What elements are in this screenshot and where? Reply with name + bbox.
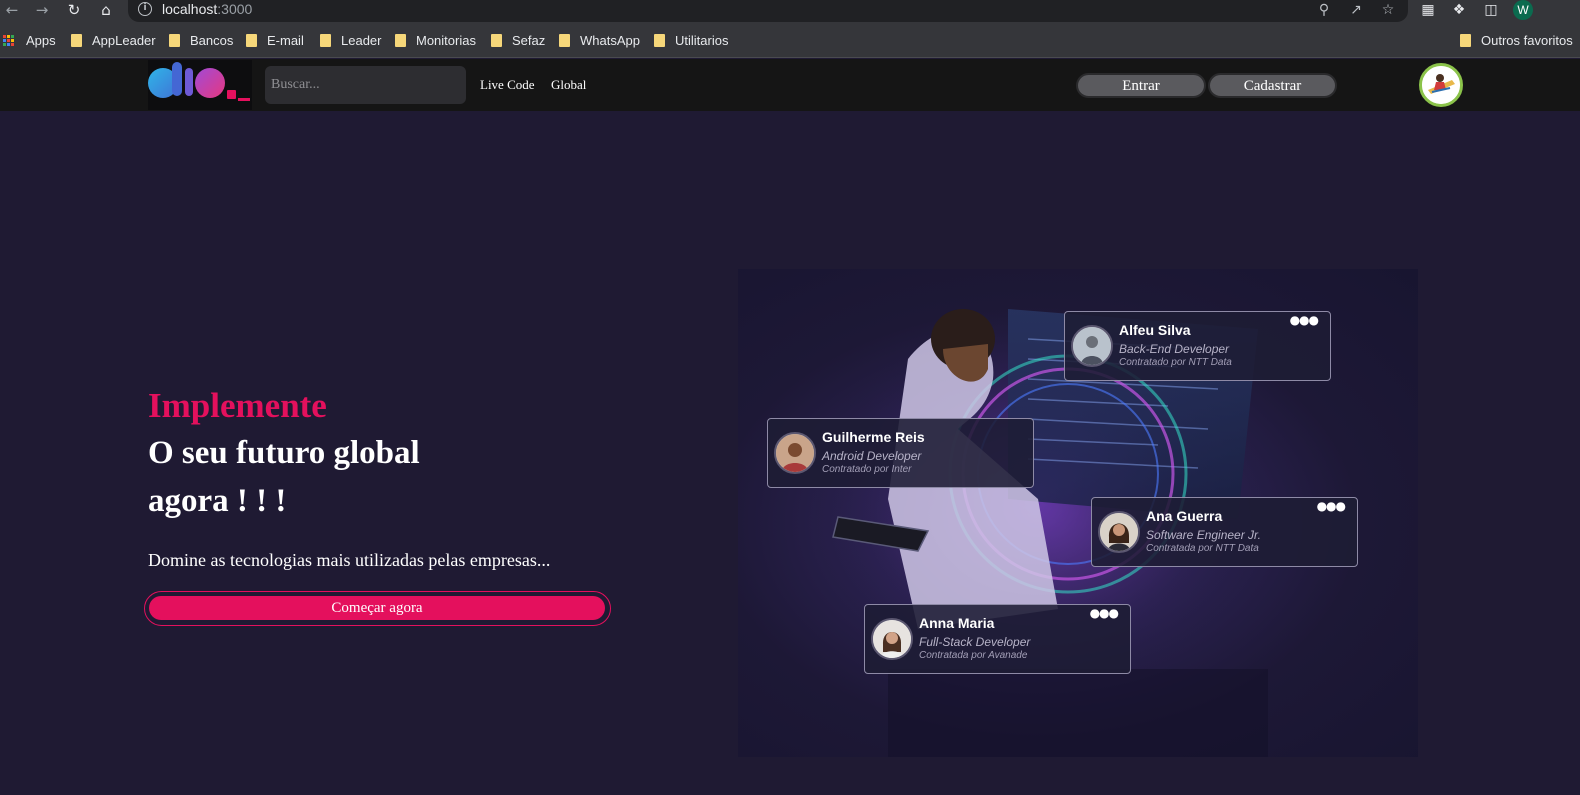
bookmark-email[interactable]: E-mail: [246, 31, 304, 49]
profile-card[interactable]: Ana Guerra Software Engineer Jr. Contrat…: [1091, 497, 1358, 567]
search-input[interactable]: [265, 66, 466, 104]
bookmark-whatsapp[interactable]: WhatsApp: [559, 31, 640, 49]
profile-card[interactable]: Anna Maria Full-Stack Developer Contrata…: [864, 604, 1131, 674]
folder-icon: [1460, 33, 1471, 47]
profile-card[interactable]: Guilherme Reis Android Developer Contrat…: [767, 418, 1034, 488]
hero-accent-heading: Implemente: [148, 386, 327, 425]
browser-toolbar: ← → ↻ ⌂ i localhost:3000 ⚲ ↗ ☆ ▦ ❖ ◫ W: [0, 0, 1580, 22]
profile-hired-by: Contratada por Avanade: [919, 650, 1028, 661]
profile-avatar: [1071, 325, 1113, 367]
bookmark-apps[interactable]: Apps: [3, 31, 56, 49]
bookmark-monitorias[interactable]: Monitorias: [395, 31, 476, 49]
profile-role: Android Developer: [822, 449, 922, 463]
address-url[interactable]: localhost:3000: [162, 1, 252, 17]
folder-icon: [491, 33, 502, 47]
back-icon[interactable]: ←: [2, 0, 22, 20]
bookmark-utilitarios[interactable]: Utilitarios: [654, 31, 728, 49]
forward-icon[interactable]: →: [32, 0, 52, 20]
bookmark-bancos[interactable]: Bancos: [169, 31, 233, 49]
profile-hired-by: Contratado por NTT Data: [1119, 357, 1232, 368]
side-panel-icon[interactable]: ◫: [1480, 0, 1502, 20]
logo-dot: [227, 90, 236, 99]
reload-icon[interactable]: ↻: [64, 0, 84, 20]
profile-avatar: [774, 432, 816, 474]
bookmark-sefaz[interactable]: Sefaz: [491, 31, 545, 49]
folder-icon: [169, 33, 180, 47]
folder-icon: [559, 33, 570, 47]
bookmarks-bar: Apps AppLeader Bancos E-mail Leader Moni…: [0, 22, 1580, 58]
nav-link-global[interactable]: Global: [551, 77, 586, 93]
profile-name: Ana Guerra: [1146, 508, 1223, 524]
site-info-icon[interactable]: i: [138, 2, 152, 16]
dio-logo[interactable]: [148, 60, 252, 110]
profile-hired-by: Contratada por NTT Data: [1146, 543, 1259, 554]
profile-role: Software Engineer Jr.: [1146, 528, 1261, 542]
profile-avatar: [871, 618, 913, 660]
avatar-illustration-icon: [1422, 66, 1460, 104]
home-icon[interactable]: ⌂: [96, 0, 116, 20]
bookmark-leader[interactable]: Leader: [320, 31, 381, 49]
folder-icon: [320, 33, 331, 47]
signup-button[interactable]: Cadastrar: [1208, 73, 1337, 98]
cta-outline: Começar agora: [144, 591, 611, 626]
profile-role: Full-Stack Developer: [919, 635, 1031, 649]
apps-grid-icon: [3, 34, 14, 46]
more-options-icon[interactable]: ●●●: [1090, 606, 1119, 620]
logo-letter-d-stem: [172, 62, 182, 96]
more-options-icon[interactable]: ●●●: [1290, 313, 1319, 327]
profile-role: Back-End Developer: [1119, 342, 1230, 356]
qr-code-icon[interactable]: ▦: [1417, 0, 1439, 20]
profile-card[interactable]: Alfeu Silva Back-End Developer Contratad…: [1064, 311, 1331, 381]
profile-name: Guilherme Reis: [822, 429, 925, 445]
logo-underscore: [238, 98, 250, 101]
nav-link-live-code[interactable]: Live Code: [480, 77, 535, 93]
profile-avatar: [1098, 511, 1140, 553]
hero-heading-line-1: O seu futuro global: [148, 435, 420, 471]
browser-profile-avatar[interactable]: W: [1513, 0, 1533, 20]
login-button[interactable]: Entrar: [1076, 73, 1206, 98]
zoom-icon[interactable]: ⚲: [1313, 0, 1335, 20]
profile-name: Alfeu Silva: [1119, 322, 1191, 338]
profile-name: Anna Maria: [919, 615, 995, 631]
extensions-icon[interactable]: ❖: [1448, 0, 1470, 20]
user-avatar[interactable]: [1419, 63, 1463, 107]
bookmark-appleader[interactable]: AppLeader: [71, 31, 156, 49]
folder-icon: [246, 33, 257, 47]
hero-subtitle: Domine as tecnologias mais utilizadas pe…: [148, 550, 551, 570]
bookmark-other-favorites[interactable]: Outros favoritos: [1460, 31, 1573, 49]
folder-icon: [654, 33, 665, 47]
folder-icon: [395, 33, 406, 47]
start-now-button[interactable]: Começar agora: [149, 596, 605, 620]
bookmark-star-icon[interactable]: ☆: [1377, 0, 1399, 20]
logo-letter-o: [195, 68, 225, 98]
share-icon[interactable]: ↗: [1345, 0, 1367, 20]
more-options-icon[interactable]: ●●●: [1317, 499, 1346, 513]
hero-illustration: Alfeu Silva Back-End Developer Contratad…: [738, 269, 1418, 757]
hero-heading-line-2: agora ! ! !: [148, 483, 287, 519]
folder-icon: [71, 33, 82, 47]
profile-hired-by: Contratado por Inter: [822, 464, 912, 475]
address-bar[interactable]: i localhost:3000: [128, 0, 1408, 22]
logo-letter-i: [185, 68, 193, 96]
